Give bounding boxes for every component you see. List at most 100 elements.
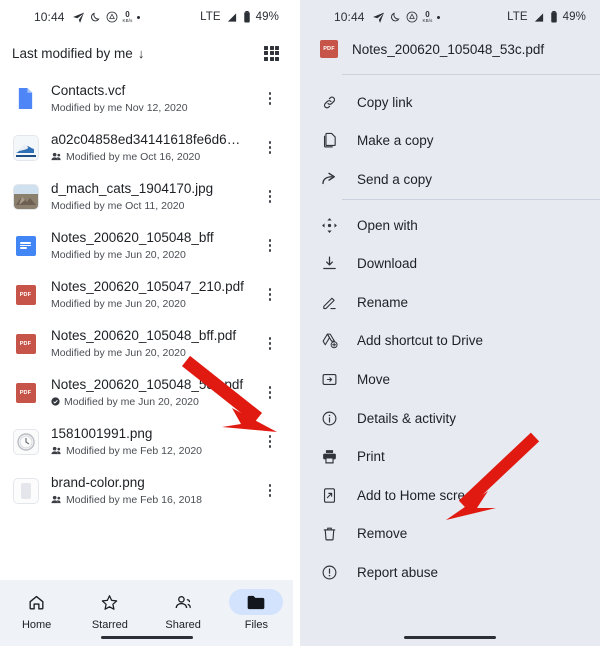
status-bar-time: 10:44 (334, 10, 365, 24)
menu-item-label: Send a copy (357, 171, 433, 187)
overflow-menu-button[interactable] (259, 238, 281, 253)
file-meta: Modified by me Oct 11, 2020 (51, 199, 185, 212)
image-thumbnail-brand (12, 477, 39, 504)
list-item[interactable]: Contacts.vcf Modified by me Nov 12, 2020 (0, 74, 293, 123)
menu-item-label: Add to Home screen (357, 487, 481, 503)
file-list: Contacts.vcf Modified by me Nov 12, 2020… (0, 72, 293, 515)
copy-icon (320, 132, 338, 149)
nav-tab-files[interactable]: Files (220, 589, 293, 631)
overflow-menu-button[interactable] (259, 140, 281, 155)
menu-header: PDF Notes_200620_105048_53c.pdf (300, 34, 600, 74)
menu-item-send-a-copy[interactable]: Send a copy (300, 160, 600, 199)
list-item[interactable]: 1581001991.png Modified by me Feb 12, 20… (0, 417, 293, 466)
menu-item-add-shortcut-to-drive[interactable]: Add shortcut to Drive (300, 322, 600, 361)
add-shortcut-icon (320, 332, 338, 349)
menu-item-copy-link[interactable]: Copy link (300, 83, 600, 122)
download-icon (320, 255, 338, 272)
overflow-menu-button[interactable] (259, 483, 281, 498)
file-meta: Modified by me Jun 20, 2020 (51, 297, 186, 310)
shared-badge-icon (51, 446, 62, 455)
list-item[interactable]: PDF Notes_200620_105047_210.pdf Modified… (0, 270, 293, 319)
network-type-label: LTE (507, 11, 528, 23)
sort-control[interactable]: Last modified by me ↓ (12, 46, 144, 61)
home-indicator (100, 635, 193, 639)
share-arrow-icon (320, 170, 338, 188)
drive-file-list-screen: 10:44 0 KB/s LTE 49% Last modified by me… (0, 0, 293, 646)
signal-icon (533, 12, 545, 23)
nav-label: Home (21, 619, 52, 631)
people-icon (156, 589, 210, 615)
home-indicator (404, 635, 496, 639)
folder-icon (229, 589, 284, 615)
info-icon (320, 410, 338, 427)
file-meta: Modified by me Jun 20, 2020 (51, 248, 186, 261)
status-dot-icon (137, 15, 141, 19)
file-name: Notes_200620_105048_bff (51, 230, 214, 246)
file-options-menu-screen: 10:44 0 KB/s LTE 49% PDF Notes_200620_10… (300, 0, 600, 646)
overflow-menu-button[interactable] (259, 287, 281, 302)
list-item[interactable]: Notes_200620_105048_bff Modified by me J… (0, 221, 293, 270)
list-item[interactable]: PDF Notes_200620_105048_53c.pdf Modified… (0, 368, 293, 417)
menu-item-remove[interactable]: Remove (300, 515, 600, 554)
menu-item-make-a-copy[interactable]: Make a copy (300, 122, 600, 161)
printer-icon (320, 448, 338, 465)
menu-item-print[interactable]: Print (300, 437, 600, 476)
overflow-menu-button[interactable] (259, 434, 281, 449)
move-folder-icon (320, 371, 338, 388)
image-thumbnail-sneaker (12, 134, 39, 161)
menu-item-open-with[interactable]: Open with (300, 206, 600, 245)
shield-icon (106, 11, 118, 23)
nav-tab-starred[interactable]: Starred (73, 589, 146, 631)
location-arrow-icon (372, 11, 385, 24)
nav-tab-home[interactable]: Home (0, 589, 73, 631)
location-arrow-icon (72, 11, 85, 24)
status-bar-time: 10:44 (34, 10, 65, 24)
menu-item-add-to-home-screen[interactable]: Add to Home screen (300, 476, 600, 515)
menu-item-details-activity[interactable]: Details & activity (300, 399, 600, 438)
grid-view-icon[interactable] (264, 45, 279, 61)
overflow-menu-button[interactable] (259, 385, 281, 400)
list-item[interactable]: a02c04858ed34141618fe6d65719a8a... Modif… (0, 123, 293, 172)
pdf-file-icon: PDF (12, 379, 39, 406)
file-meta: Modified by me Feb 16, 2018 (51, 494, 247, 506)
home-icon (10, 589, 64, 615)
file-meta: Modified by me Feb 12, 2020 (51, 445, 247, 457)
menu-item-download[interactable]: Download (300, 244, 600, 283)
menu-item-move[interactable]: Move (300, 360, 600, 399)
file-name: a02c04858ed34141618fe6d65719a8a... (51, 132, 247, 148)
file-meta: Modified by me Jun 20, 2020 (51, 346, 186, 359)
menu-item-label: Open with (357, 217, 418, 233)
menu-item-label: Remove (357, 526, 408, 542)
battery-percent-label: 49% (255, 11, 279, 23)
menu-divider (342, 198, 600, 200)
nav-tab-shared[interactable]: Shared (147, 589, 220, 631)
overflow-menu-button[interactable] (259, 189, 281, 204)
shared-badge-icon (51, 495, 62, 504)
menu-item-label: Move (357, 371, 391, 387)
menu-item-label: Rename (357, 294, 409, 310)
status-dot-icon (437, 15, 441, 19)
battery-percent-label: 49% (562, 11, 586, 23)
file-meta: Modified by me Oct 16, 2020 (51, 151, 247, 163)
pencil-icon (320, 294, 338, 311)
moon-icon (90, 11, 101, 23)
report-icon (320, 564, 338, 581)
image-thumbnail-clock (12, 428, 39, 455)
menu-item-label: Make a copy (357, 133, 434, 149)
list-item[interactable]: PDF Notes_200620_105048_bff.pdf Modified… (0, 319, 293, 368)
overflow-menu-button[interactable] (259, 336, 281, 351)
sort-direction-icon: ↓ (137, 45, 145, 61)
menu-file-title: Notes_200620_105048_53c.pdf (352, 41, 545, 57)
list-item[interactable]: d_mach_cats_1904170.jpg Modified by me O… (0, 172, 293, 221)
file-meta: Modified by me Jun 20, 2020 (51, 396, 247, 408)
menu-item-label: Download (357, 256, 418, 272)
data-rate-indicator: 0 KB/s (422, 9, 433, 23)
overflow-menu-button[interactable] (259, 91, 281, 106)
moon-icon (390, 11, 401, 23)
offline-badge-icon (51, 397, 60, 407)
menu-item-report-abuse[interactable]: Report abuse (300, 553, 600, 592)
menu-item-rename[interactable]: Rename (300, 283, 600, 322)
menu-item-label: Add shortcut to Drive (357, 333, 484, 349)
network-type-label: LTE (200, 11, 221, 23)
list-item[interactable]: brand-color.png Modified by me Feb 16, 2… (0, 466, 293, 515)
